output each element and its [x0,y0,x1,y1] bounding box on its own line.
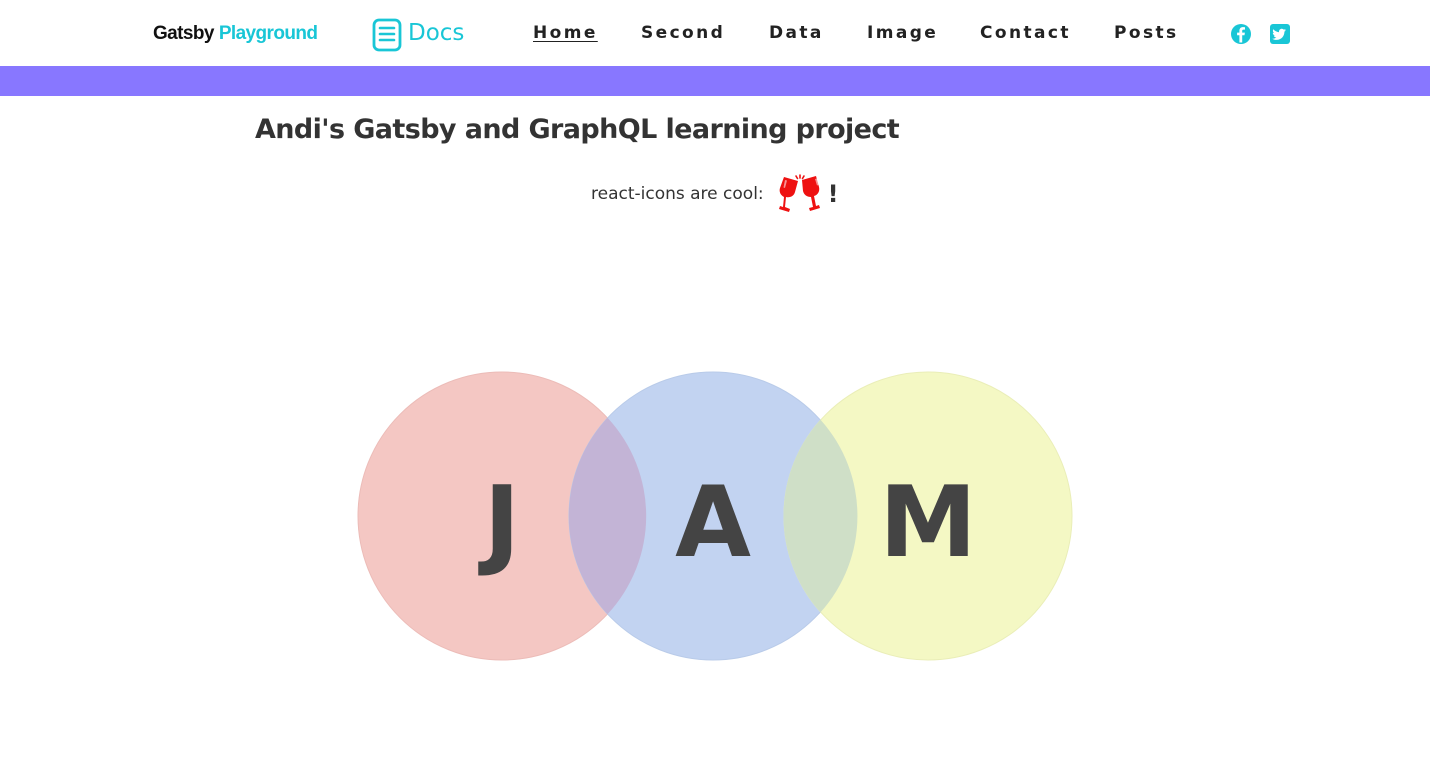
brand-logo[interactable]: Gatsby Playground [153,22,318,46]
page-title: Andi's Gatsby and GraphQL learning proje… [255,114,900,145]
nav-second[interactable]: Second [641,20,725,46]
nav-image[interactable]: Image [867,20,938,46]
document-icon [372,18,402,52]
nav-home[interactable]: Home [533,20,598,46]
react-icons-line: react-icons are cool: ! [591,174,839,214]
letter-m: M [879,466,977,580]
brand-name: Gatsby [153,23,214,44]
accent-band [0,66,1430,96]
letter-a: A [675,466,751,580]
exclamation-mark: ! [827,180,839,208]
cheers-icon [778,174,820,212]
nav-posts[interactable]: Posts [1114,20,1179,46]
nav-contact[interactable]: Contact [980,20,1071,46]
letter-j: J [478,466,520,580]
brand-suffix: Playground [218,23,318,44]
twitter-icon[interactable] [1268,22,1292,46]
react-icons-text: react-icons are cool: [591,184,764,204]
docs-label: Docs [408,20,465,46]
nav-data[interactable]: Data [769,20,824,46]
facebook-icon[interactable] [1229,22,1253,46]
docs-link[interactable]: Docs [372,18,464,52]
jam-venn-graphic: J A M [357,371,1073,661]
navbar: Gatsby Playground Docs Home Second Data I… [0,0,1430,66]
